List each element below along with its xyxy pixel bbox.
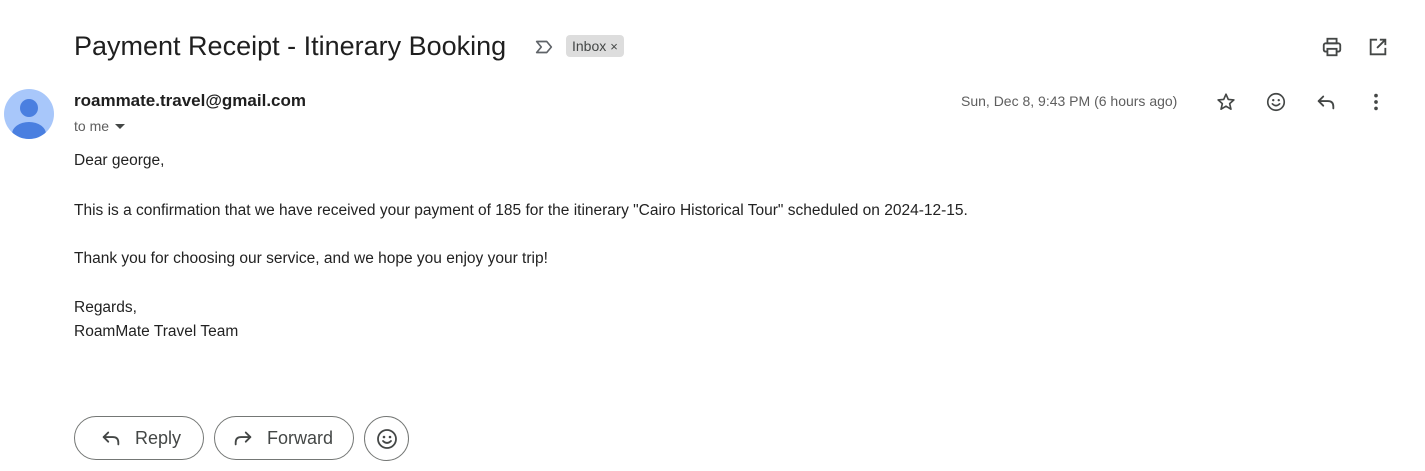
body-confirmation: This is a confirmation that we have rece… xyxy=(74,202,968,219)
forward-button[interactable]: Forward xyxy=(214,416,354,460)
important-marker-icon[interactable] xyxy=(533,36,555,58)
body-signature: RoamMate Travel Team xyxy=(74,323,239,340)
inbox-label-chip: Inbox × xyxy=(566,35,624,57)
emoji-reaction-icon xyxy=(375,427,399,451)
emoji-reaction-icon[interactable] xyxy=(1262,88,1290,116)
more-vert-icon[interactable] xyxy=(1362,88,1390,116)
email-date: Sun, Dec 8, 9:43 PM (6 hours ago) xyxy=(961,93,1178,109)
body-signoff: Regards, xyxy=(74,299,137,316)
reply-icon xyxy=(99,426,123,450)
forward-button-label: Forward xyxy=(267,427,334,448)
reply-button[interactable]: Reply xyxy=(74,416,204,460)
inbox-label-text: Inbox xyxy=(572,38,607,54)
body-greeting: Dear george, xyxy=(74,152,165,169)
body-thanks: Thank you for choosing our service, and … xyxy=(74,250,548,267)
reply-icon[interactable] xyxy=(1312,88,1340,116)
emoji-reaction-button[interactable] xyxy=(364,416,409,461)
reply-button-label: Reply xyxy=(135,427,182,448)
recipient-text: to me xyxy=(74,118,110,134)
star-icon[interactable] xyxy=(1212,88,1240,116)
sender-avatar[interactable] xyxy=(4,89,54,139)
print-icon[interactable] xyxy=(1320,35,1344,59)
remove-label-icon[interactable]: × xyxy=(610,39,618,54)
email-subject: Payment Receipt - Itinerary Booking xyxy=(74,31,507,61)
chevron-down-icon xyxy=(115,123,126,129)
recipient-details-toggle[interactable]: to me xyxy=(74,117,126,135)
sender-email[interactable]: roammate.travel@gmail.com xyxy=(74,90,306,112)
open-in-new-window-icon[interactable] xyxy=(1366,35,1390,59)
forward-icon xyxy=(231,426,255,450)
